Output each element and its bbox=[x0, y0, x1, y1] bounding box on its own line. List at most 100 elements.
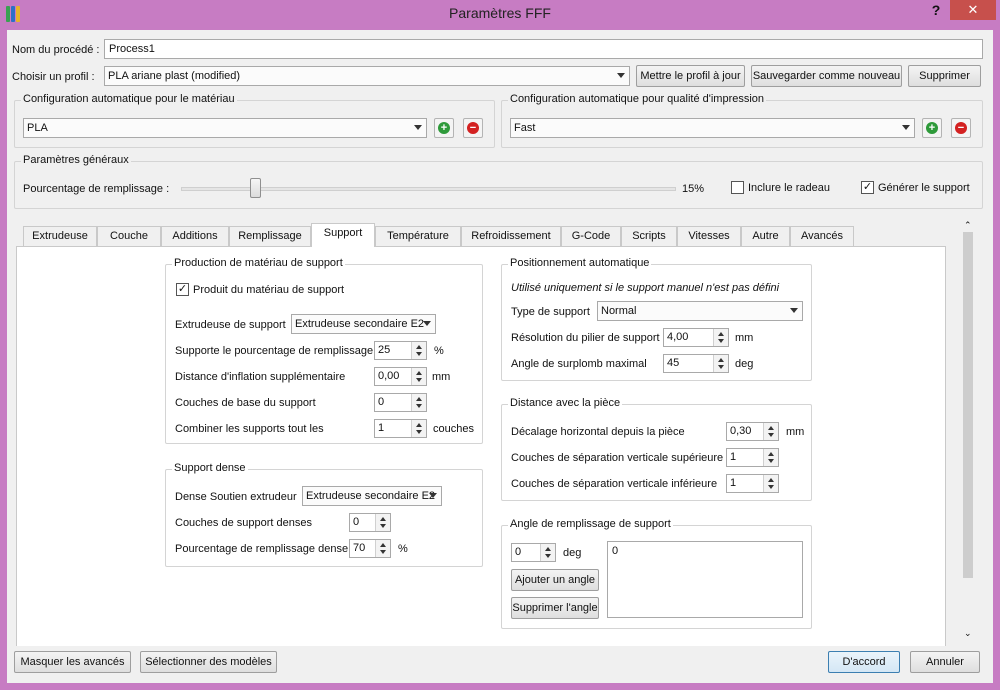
combine-supports-label: Combiner les supports tout les bbox=[175, 423, 324, 435]
infill-slider-handle[interactable] bbox=[250, 178, 262, 198]
tab-other[interactable]: Autre bbox=[741, 226, 790, 246]
base-layers-label: Couches de base du support bbox=[175, 397, 316, 409]
close-button[interactable]: ✕ bbox=[950, 0, 996, 20]
plus-icon: + bbox=[926, 122, 938, 134]
dense-extruder-select[interactable]: Extrudeuse secondaire E2 bbox=[302, 486, 442, 506]
support-production-title: Production de matériau de support bbox=[172, 257, 345, 269]
bottom-separation-value: 1 bbox=[730, 477, 737, 489]
top-separation-spinbox[interactable]: 1 bbox=[726, 448, 779, 467]
ok-button[interactable]: D'accord bbox=[828, 651, 900, 673]
material-select[interactable]: PLA bbox=[23, 118, 427, 138]
select-models-button[interactable]: Sélectionner des modèles bbox=[140, 651, 277, 673]
overhang-angle-unit: deg bbox=[735, 358, 754, 370]
auto-material-title: Configuration automatique pour le matéri… bbox=[21, 93, 237, 105]
include-raft-checkbox[interactable] bbox=[731, 181, 744, 194]
dense-extruder-value: Extrudeuse secondaire E2 bbox=[306, 490, 436, 502]
tab-support[interactable]: Support bbox=[311, 223, 375, 247]
tab-cooling[interactable]: Refroidissement bbox=[461, 226, 561, 246]
save-as-new-button[interactable]: Sauvegarder comme nouveau bbox=[751, 65, 902, 87]
profile-select[interactable]: PLA ariane plast (modified) bbox=[104, 66, 630, 86]
top-separation-label: Couches de séparation verticale supérieu… bbox=[511, 452, 724, 464]
support-infill-spinbox[interactable]: 25 bbox=[374, 341, 427, 360]
update-profile-button[interactable]: Mettre le profil à jour bbox=[636, 65, 745, 87]
base-layers-spinbox[interactable]: 0 bbox=[374, 393, 427, 412]
tab-infill[interactable]: Remplissage bbox=[229, 226, 311, 246]
chevron-down-icon bbox=[617, 73, 625, 78]
spinner-arrows-icon[interactable] bbox=[540, 544, 555, 561]
tab-advanced[interactable]: Avancés bbox=[790, 226, 854, 246]
panel-scrollbar[interactable]: ⌃ ⌄ bbox=[961, 218, 975, 644]
spinner-arrows-icon[interactable] bbox=[411, 420, 426, 437]
pillar-resolution-spinbox[interactable]: 4,00 bbox=[663, 328, 729, 347]
generate-support-checkbox[interactable]: ✓ bbox=[861, 181, 874, 194]
add-material-button[interactable]: + bbox=[434, 118, 454, 138]
tab-temperature[interactable]: Température bbox=[375, 226, 461, 246]
remove-angle-button[interactable]: Supprimer l'angle bbox=[511, 597, 599, 619]
tab-layer[interactable]: Couche bbox=[97, 226, 161, 246]
inflation-distance-spinbox[interactable]: 0,00 bbox=[374, 367, 427, 386]
angle-list[interactable]: 0 bbox=[607, 541, 803, 618]
spinner-arrows-icon[interactable] bbox=[375, 514, 390, 531]
title-bar[interactable]: Paramètres FFF ? ✕ bbox=[0, 0, 1000, 28]
horizontal-offset-spinbox[interactable]: 0,30 bbox=[726, 422, 779, 441]
spinner-arrows-icon[interactable] bbox=[763, 475, 778, 492]
quality-select[interactable]: Fast bbox=[510, 118, 915, 138]
spinner-arrows-icon[interactable] bbox=[375, 540, 390, 557]
chevron-down-icon bbox=[414, 125, 422, 130]
inflation-distance-value: 0,00 bbox=[378, 370, 400, 382]
spinner-arrows-icon[interactable] bbox=[713, 329, 728, 346]
chevron-up-icon[interactable]: ⌃ bbox=[964, 220, 972, 231]
angle-list-item[interactable]: 0 bbox=[612, 545, 618, 557]
remove-quality-button[interactable]: − bbox=[951, 118, 971, 138]
auto-material-group: Configuration automatique pour le matéri… bbox=[14, 93, 495, 148]
auto-quality-title: Configuration automatique pour qualité d… bbox=[508, 93, 767, 105]
infill-angle-spinbox[interactable]: 0 bbox=[511, 543, 556, 562]
tab-speeds[interactable]: Vitesses bbox=[677, 226, 741, 246]
spinner-arrows-icon[interactable] bbox=[763, 449, 778, 466]
chevron-down-icon bbox=[790, 308, 798, 313]
help-button[interactable]: ? bbox=[926, 2, 946, 20]
bottom-separation-spinbox[interactable]: 1 bbox=[726, 474, 779, 493]
base-layers-value: 0 bbox=[378, 396, 385, 408]
spinner-arrows-icon[interactable] bbox=[411, 342, 426, 359]
overhang-angle-label: Angle de surplomb maximal bbox=[511, 358, 647, 370]
tab-scripts[interactable]: Scripts bbox=[621, 226, 677, 246]
dense-extruder-label: Dense Soutien extrudeur bbox=[175, 491, 297, 503]
infill-angle-group: Angle de remplissage de support 0 deg Aj… bbox=[501, 518, 812, 629]
dense-infill-spinbox[interactable]: 70 bbox=[349, 539, 391, 558]
spinner-arrows-icon[interactable] bbox=[763, 423, 778, 440]
dense-layers-label: Couches de support denses bbox=[175, 517, 312, 529]
combine-supports-spinbox[interactable]: 1 bbox=[374, 419, 427, 438]
chevron-down-icon[interactable]: ⌄ bbox=[964, 628, 972, 639]
tab-additions[interactable]: Additions bbox=[161, 226, 229, 246]
process-name-input[interactable]: Process1 bbox=[104, 39, 983, 59]
add-quality-button[interactable]: + bbox=[922, 118, 942, 138]
cancel-button[interactable]: Annuler bbox=[910, 651, 980, 673]
dense-infill-value: 70 bbox=[353, 542, 366, 554]
horizontal-offset-label: Décalage horizontal depuis la pièce bbox=[511, 426, 685, 438]
support-type-select[interactable]: Normal bbox=[597, 301, 803, 321]
tab-extruder[interactable]: Extrudeuse bbox=[23, 226, 97, 246]
spinner-arrows-icon[interactable] bbox=[713, 355, 728, 372]
overhang-angle-spinbox[interactable]: 45 bbox=[663, 354, 729, 373]
spinner-arrows-icon[interactable] bbox=[411, 368, 426, 385]
remove-material-button[interactable]: − bbox=[463, 118, 483, 138]
dense-layers-spinbox[interactable]: 0 bbox=[349, 513, 391, 532]
window: Paramètres FFF ? ✕ Nom du procédé : Proc… bbox=[0, 0, 1000, 690]
generate-support-material-checkbox[interactable]: ✓ bbox=[176, 283, 189, 296]
auto-quality-group: Configuration automatique pour qualité d… bbox=[501, 93, 983, 148]
combine-supports-value: 1 bbox=[378, 422, 385, 434]
delete-profile-button[interactable]: Supprimer bbox=[908, 65, 981, 87]
inflation-distance-unit: mm bbox=[432, 371, 451, 383]
support-extruder-select[interactable]: Extrudeuse secondaire E2 bbox=[291, 314, 436, 334]
general-settings-group: Paramètres généraux Pourcentage de rempl… bbox=[14, 154, 983, 209]
infill-angle-value: 0 bbox=[515, 546, 522, 558]
process-name-label: Nom du procédé : bbox=[12, 44, 100, 56]
dense-support-title: Support dense bbox=[172, 462, 248, 474]
support-type-value: Normal bbox=[601, 305, 637, 317]
spinner-arrows-icon[interactable] bbox=[411, 394, 426, 411]
add-angle-button[interactable]: Ajouter un angle bbox=[511, 569, 599, 591]
scrollbar-thumb[interactable] bbox=[963, 232, 973, 578]
hide-advanced-button[interactable]: Masquer les avancés bbox=[14, 651, 131, 673]
tab-gcode[interactable]: G-Code bbox=[561, 226, 621, 246]
